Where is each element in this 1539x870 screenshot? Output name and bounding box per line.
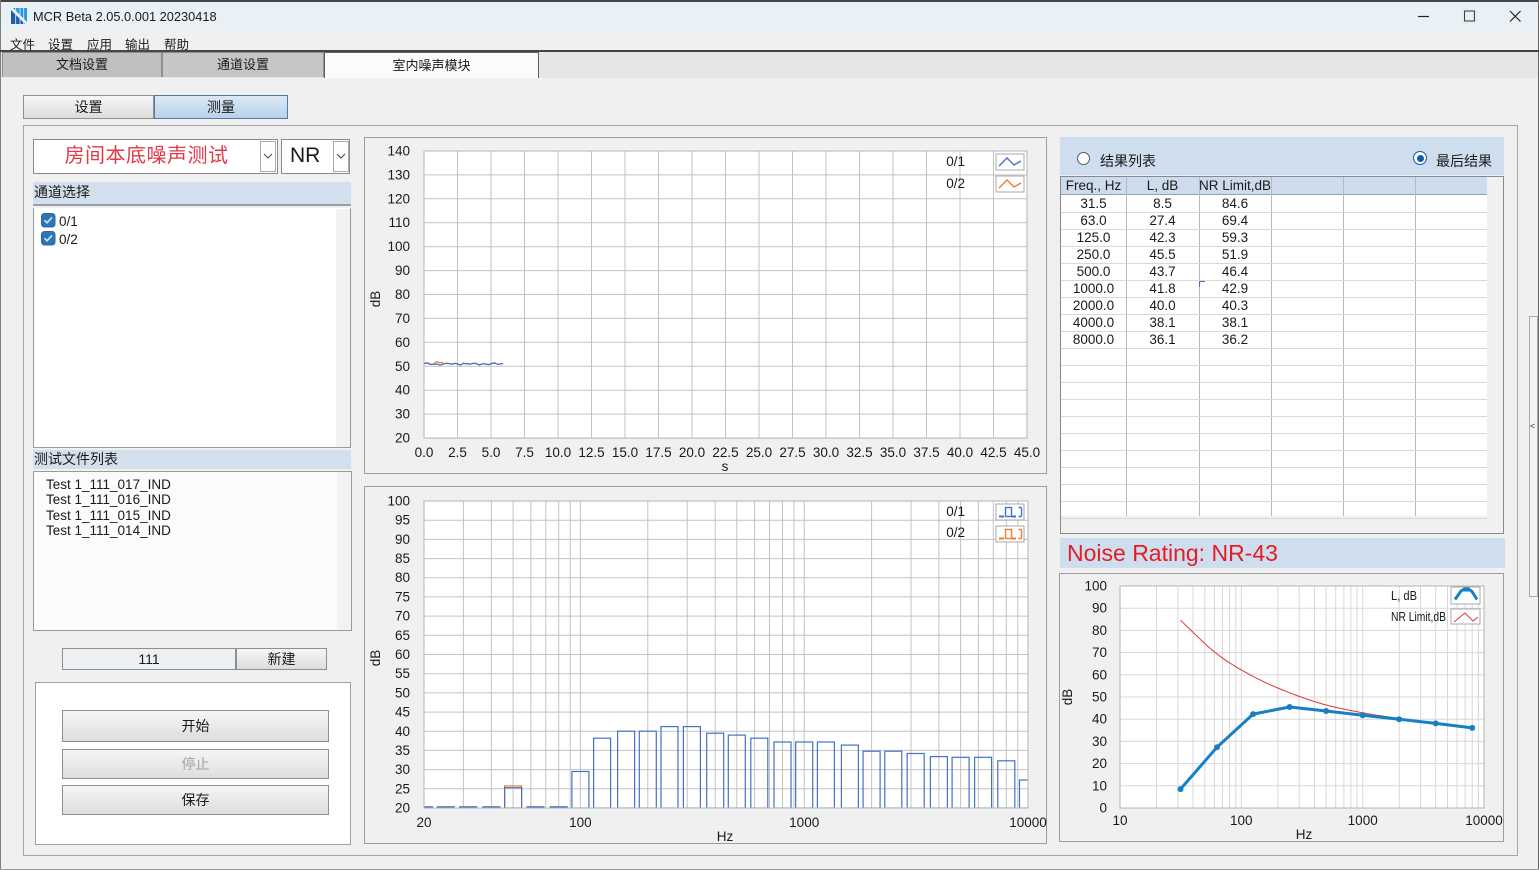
svg-text:50: 50 xyxy=(1092,690,1107,705)
svg-text:65: 65 xyxy=(395,628,410,643)
svg-text:10000: 10000 xyxy=(1009,815,1047,830)
svg-text:90: 90 xyxy=(1092,601,1107,616)
svg-text:32.5: 32.5 xyxy=(846,445,872,460)
svg-text:80: 80 xyxy=(395,287,410,302)
svg-text:80: 80 xyxy=(395,570,410,585)
svg-text:0/2: 0/2 xyxy=(946,176,965,191)
svg-text:35: 35 xyxy=(395,743,410,758)
svg-text:27.5: 27.5 xyxy=(779,445,805,460)
svg-text:10000: 10000 xyxy=(1465,813,1503,828)
svg-text:20: 20 xyxy=(416,815,431,830)
svg-text:dB: dB xyxy=(368,650,383,667)
svg-text:100: 100 xyxy=(1230,813,1253,828)
svg-text:90: 90 xyxy=(395,532,410,547)
svg-text:15.0: 15.0 xyxy=(612,445,638,460)
svg-text:20: 20 xyxy=(1092,756,1107,771)
svg-text:30: 30 xyxy=(395,407,410,422)
svg-text:Hz: Hz xyxy=(717,829,734,844)
svg-text:60: 60 xyxy=(395,647,410,662)
svg-text:55: 55 xyxy=(395,666,410,681)
svg-text:120: 120 xyxy=(387,191,410,206)
svg-text:17.5: 17.5 xyxy=(645,445,671,460)
svg-text:85: 85 xyxy=(395,551,410,566)
svg-text:140: 140 xyxy=(387,144,410,159)
svg-text:50: 50 xyxy=(395,685,410,700)
svg-text:100: 100 xyxy=(387,494,410,509)
svg-text:80: 80 xyxy=(1092,623,1107,638)
svg-text:s: s xyxy=(722,459,729,474)
svg-text:NR Limit,dB: NR Limit,dB xyxy=(1391,610,1446,624)
svg-text:12.5: 12.5 xyxy=(578,445,604,460)
svg-text:100: 100 xyxy=(1084,579,1107,594)
svg-text:7.5: 7.5 xyxy=(515,445,534,460)
svg-text:110: 110 xyxy=(388,215,410,230)
svg-text:40.0: 40.0 xyxy=(947,445,973,460)
svg-text:75: 75 xyxy=(395,589,410,604)
svg-text:100: 100 xyxy=(569,815,592,830)
svg-text:20.0: 20.0 xyxy=(679,445,705,460)
svg-text:42.5: 42.5 xyxy=(980,445,1006,460)
svg-text:45: 45 xyxy=(395,705,410,720)
svg-text:1000: 1000 xyxy=(789,815,819,830)
svg-text:0/1: 0/1 xyxy=(946,154,965,169)
svg-text:10: 10 xyxy=(1092,778,1107,793)
svg-text:30.0: 30.0 xyxy=(813,445,839,460)
svg-text:60: 60 xyxy=(395,335,410,350)
svg-text:40: 40 xyxy=(395,724,410,739)
svg-text:1000: 1000 xyxy=(1348,813,1378,828)
svg-text:30: 30 xyxy=(1092,734,1107,749)
svg-text:20: 20 xyxy=(395,431,410,446)
svg-text:5.0: 5.0 xyxy=(482,445,501,460)
svg-text:Hz: Hz xyxy=(1296,827,1313,842)
svg-text:25.0: 25.0 xyxy=(746,445,772,460)
svg-text:L, dB: L, dB xyxy=(1391,589,1417,603)
svg-text:0/2: 0/2 xyxy=(946,525,965,540)
svg-text:70: 70 xyxy=(1092,645,1107,660)
svg-text:70: 70 xyxy=(395,609,410,624)
svg-text:130: 130 xyxy=(387,167,410,182)
svg-text:95: 95 xyxy=(395,513,410,528)
svg-text:0/1: 0/1 xyxy=(946,504,965,519)
svg-text:dB: dB xyxy=(1060,689,1075,706)
svg-text:100: 100 xyxy=(387,239,410,254)
svg-text:90: 90 xyxy=(395,263,410,278)
svg-text:0.0: 0.0 xyxy=(415,445,434,460)
svg-text:40: 40 xyxy=(395,383,410,398)
svg-text:35.0: 35.0 xyxy=(880,445,906,460)
svg-text:20: 20 xyxy=(395,801,410,816)
svg-text:0: 0 xyxy=(1099,801,1107,816)
svg-text:10: 10 xyxy=(1112,813,1127,828)
svg-text:60: 60 xyxy=(1092,667,1107,682)
svg-text:45.0: 45.0 xyxy=(1014,445,1040,460)
svg-text:30: 30 xyxy=(395,762,410,777)
svg-text:40: 40 xyxy=(1092,712,1107,727)
svg-text:dB: dB xyxy=(368,291,383,308)
svg-text:22.5: 22.5 xyxy=(712,445,738,460)
svg-text:10.0: 10.0 xyxy=(545,445,571,460)
svg-text:37.5: 37.5 xyxy=(913,445,939,460)
svg-text:25: 25 xyxy=(395,781,410,796)
svg-text:2.5: 2.5 xyxy=(448,445,467,460)
svg-text:70: 70 xyxy=(395,311,410,326)
svg-text:50: 50 xyxy=(395,359,410,374)
